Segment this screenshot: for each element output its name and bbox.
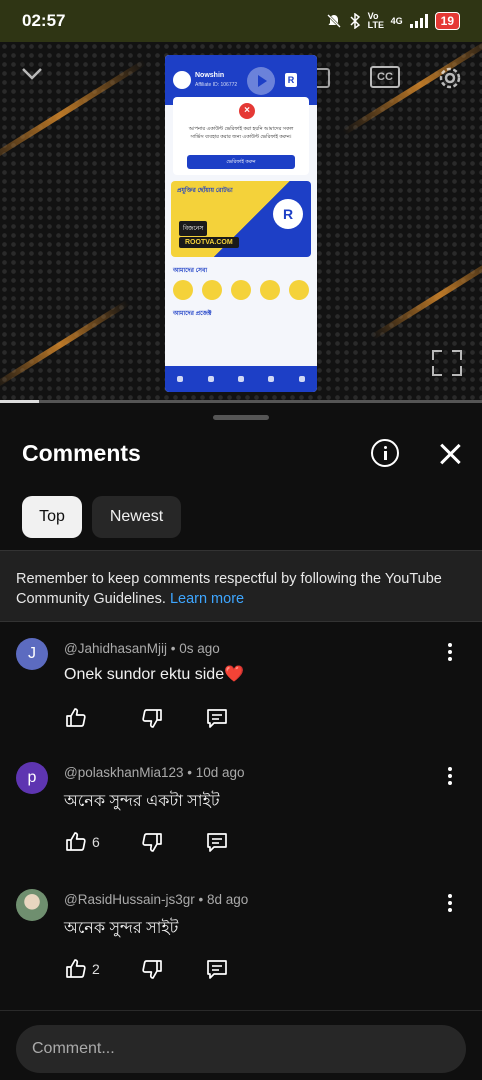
app-banner: প্রযুক্তির ছোঁয়ায় রোটভা বিজনেস ROOTVA.… bbox=[171, 181, 311, 257]
banner-logo: R bbox=[273, 199, 303, 229]
app-user-name: Nowshin bbox=[195, 72, 225, 79]
app-verify-card: × আপনার একাউন্ট ভেরিফাই করা হয়নি আমাদের… bbox=[173, 97, 309, 175]
filter-chip-newest[interactable]: Newest bbox=[92, 496, 181, 538]
app-service-icons bbox=[165, 280, 317, 300]
play-icon[interactable] bbox=[247, 67, 275, 95]
volte-icon: Vo LTE bbox=[367, 11, 384, 30]
comment-author-line[interactable]: @polaskhanMia123 • 10d ago bbox=[64, 765, 245, 780]
banner-title: প্রযুক্তির ছোঁয়ায় রোটভা bbox=[177, 188, 233, 194]
comment-actions: 2 bbox=[64, 957, 264, 983]
reply-icon[interactable] bbox=[205, 706, 229, 730]
avatar[interactable] bbox=[16, 889, 48, 921]
service-icon bbox=[259, 280, 280, 300]
service-icon bbox=[173, 280, 194, 300]
comment-author-line[interactable]: @RasidHussain-js3gr • 8d ago bbox=[64, 892, 248, 907]
heart-emoji: ❤️ bbox=[224, 666, 245, 683]
comment-text-line: অনেক সুন্দর সাইট bbox=[64, 915, 178, 942]
comments-sheet: Comments Top Newest Remember to keep com… bbox=[0, 405, 482, 1080]
cc-icon[interactable]: CC bbox=[370, 66, 400, 88]
comment-item: @RasidHussain-js3gr • 8d ago অনেক সুন্দর… bbox=[0, 889, 482, 1009]
banner-tag: বিজনেস bbox=[179, 221, 208, 236]
comment-actions: 6 bbox=[64, 830, 264, 856]
like-icon[interactable] bbox=[64, 957, 88, 981]
nav-icon bbox=[237, 376, 244, 382]
comment-actions bbox=[64, 706, 264, 732]
fullscreen-icon[interactable] bbox=[432, 350, 462, 376]
service-icon bbox=[202, 280, 223, 300]
app-bottom-nav bbox=[165, 366, 317, 392]
video-player[interactable]: CC Nowshin Affiliate ID: 106772 R × আপনা… bbox=[0, 42, 482, 402]
comment-time: 10d ago bbox=[195, 765, 245, 780]
chevron-down-icon[interactable] bbox=[20, 66, 44, 82]
nav-icon bbox=[298, 376, 305, 382]
service-icon bbox=[230, 280, 251, 300]
like-count: 6 bbox=[92, 834, 100, 850]
bluetooth-icon bbox=[350, 13, 360, 29]
dislike-icon[interactable] bbox=[140, 957, 164, 981]
avatar[interactable]: J bbox=[16, 638, 48, 670]
decorative-stripe bbox=[0, 300, 130, 390]
comment-text-line: অনেক সুন্দর একটা সাইট bbox=[64, 788, 220, 815]
nav-icon bbox=[207, 376, 214, 382]
dislike-icon[interactable] bbox=[140, 706, 164, 730]
reply-icon[interactable] bbox=[205, 830, 229, 854]
comment-time: 8d ago bbox=[206, 892, 249, 907]
4g-icon: 4G bbox=[390, 16, 403, 26]
more-options-icon[interactable] bbox=[440, 766, 460, 788]
decorative-stripe bbox=[370, 250, 482, 340]
nav-icon bbox=[177, 376, 184, 382]
error-icon: × bbox=[239, 103, 255, 119]
battery-indicator: 19 bbox=[434, 12, 460, 30]
comment-text: অনেক সুন্দর একটা সাইট bbox=[64, 793, 220, 810]
signal-icon bbox=[409, 14, 428, 28]
video-progress-bar[interactable] bbox=[0, 400, 482, 403]
comment-time: 0s ago bbox=[179, 641, 220, 656]
more-options-icon[interactable] bbox=[440, 642, 460, 664]
comment-text: Onek sundor ektu side bbox=[64, 666, 225, 683]
mute-icon bbox=[326, 14, 341, 28]
avatar[interactable]: p bbox=[16, 762, 48, 794]
info-icon[interactable] bbox=[371, 439, 399, 467]
close-icon[interactable] bbox=[438, 442, 462, 466]
app-section-services: আমাদের সেবা bbox=[173, 268, 208, 274]
app-verify-button: ভেরিফাই করুন bbox=[187, 155, 295, 169]
comment-item: J @JahidhasanMjij • 0s ago Onek sundor e… bbox=[0, 638, 482, 758]
video-progress-fill bbox=[0, 400, 39, 403]
video-frame-app-screenshot: Nowshin Affiliate ID: 106772 R × আপনার এ… bbox=[165, 55, 317, 392]
comment-text-line: Onek sundor ektu side❤️ bbox=[64, 664, 244, 684]
like-icon[interactable] bbox=[64, 706, 88, 730]
learn-more-link[interactable]: Learn more bbox=[170, 591, 244, 607]
comment-text: অনেক সুন্দর সাইট bbox=[64, 920, 179, 937]
dislike-icon[interactable] bbox=[140, 830, 164, 854]
more-options-icon[interactable] bbox=[440, 893, 460, 915]
comment-input[interactable]: Comment... bbox=[16, 1025, 466, 1073]
nav-icon bbox=[268, 376, 275, 382]
status-time: 02:57 bbox=[22, 11, 66, 30]
filter-chip-top[interactable]: Top bbox=[22, 496, 82, 538]
app-logo: R bbox=[285, 73, 297, 87]
comment-author: @JahidhasanMjij bbox=[64, 641, 168, 656]
comment-composer: Comment... bbox=[0, 1010, 482, 1080]
like-count: 2 bbox=[92, 961, 100, 977]
like-icon[interactable] bbox=[64, 830, 88, 854]
sheet-title: Comments bbox=[22, 440, 141, 466]
app-verify-text: আপনার একাউন্ট ভেরিফাই করা হয়নি আমাদের স… bbox=[188, 126, 294, 140]
comment-author: @polaskhanMia123 bbox=[64, 765, 184, 780]
banner-url: ROOTVA.COM bbox=[179, 237, 239, 248]
drag-handle[interactable] bbox=[213, 415, 269, 420]
community-guidelines-notice: Remember to keep comments respectful by … bbox=[0, 550, 482, 622]
app-section-projects: আমাদের প্রজেক্ট bbox=[173, 311, 212, 317]
status-icons: Vo LTE 4G 19 bbox=[326, 12, 460, 30]
status-bar: 02:57 Vo LTE 4G 19 bbox=[0, 0, 482, 42]
comment-author-line[interactable]: @JahidhasanMjij • 0s ago bbox=[64, 641, 220, 656]
comment-author: @RasidHussain-js3gr bbox=[64, 892, 195, 907]
comment-item: p @polaskhanMia123 • 10d ago অনেক সুন্দর… bbox=[0, 762, 482, 882]
service-icon bbox=[288, 280, 309, 300]
settings-icon[interactable] bbox=[436, 64, 464, 92]
reply-icon[interactable] bbox=[205, 957, 229, 981]
app-avatar bbox=[173, 71, 191, 89]
app-affiliate-id: Affiliate ID: 106772 bbox=[195, 82, 238, 88]
